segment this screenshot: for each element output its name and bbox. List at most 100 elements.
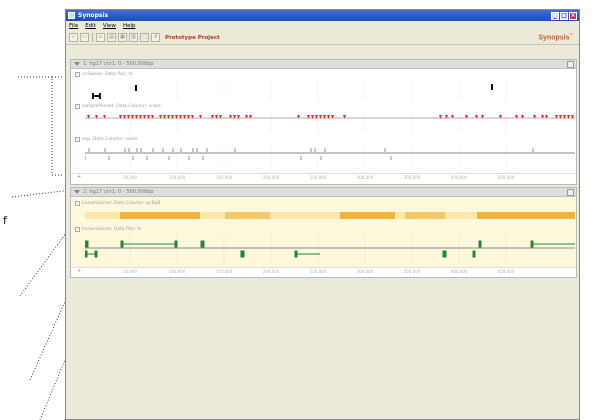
gene-feature (294, 250, 298, 258)
collapse-icon[interactable] (74, 62, 80, 66)
track-toggle-icon[interactable] (75, 104, 80, 109)
track-4-name: knownGenes: Data Column: gcBpB (82, 201, 161, 206)
refresh-icon[interactable]: ↺ (151, 33, 160, 42)
zoom-icon[interactable]: ⌕ (69, 33, 78, 42)
snp-marker (343, 115, 346, 119)
snp-marker (103, 115, 106, 119)
layout-icon[interactable]: ▦ (118, 33, 127, 42)
snp-marker (499, 115, 502, 119)
snp-marker (143, 115, 146, 119)
snp-marker (249, 115, 252, 119)
gene-feature (240, 250, 245, 258)
snp-marker (191, 115, 194, 119)
gc-band (477, 212, 575, 219)
gene-feature (120, 240, 124, 248)
panel-1-header[interactable]: 1: hg17 chr1: 0 - 500,000bp (71, 60, 576, 69)
snp-marker (521, 115, 524, 119)
snp-marker (567, 115, 570, 119)
gc-band (225, 212, 270, 219)
view-panel-2: 2: hg17 chr1: 0 - 500,000bp knownGenes: … (70, 187, 577, 278)
snp-marker (245, 115, 248, 119)
snp-marker (119, 115, 122, 119)
new-icon[interactable]: ▫ (96, 33, 105, 42)
app-window: Synopsis _ □ × File Edit View Help ⌕ ▭ ▫… (65, 9, 580, 420)
axis-tick-label: 450,000 (497, 269, 515, 274)
axis-tick-label: 400,000 (450, 175, 468, 180)
snp-marker (451, 115, 454, 119)
axis-tick-label: 450,000 (497, 175, 515, 180)
toolbar: ⌕ ▭ ▫ ▤ ▦ ▥ ▢ ↺ Prototype Project Synops… (66, 31, 579, 45)
track-3-name: snp: Data Column: score (82, 137, 138, 142)
app-icon (68, 12, 75, 19)
snp-marker (151, 115, 154, 119)
track-toggle-icon[interactable] (75, 227, 80, 232)
snp-marker (229, 115, 232, 119)
snp-marker (533, 115, 536, 119)
snp-marker (307, 115, 310, 119)
axis-tick-label: 250,000 (309, 175, 327, 180)
brand-text: Synopsis (538, 34, 570, 42)
menu-help[interactable]: Help (123, 23, 136, 29)
track-1-canvas[interactable] (85, 79, 575, 101)
snp-marker (323, 115, 326, 119)
toolbar-separator (92, 33, 93, 42)
menu-view[interactable]: View (103, 23, 116, 29)
collapse-icon[interactable] (74, 190, 80, 194)
snp-marker (159, 115, 162, 119)
snp-marker (171, 115, 174, 119)
menu-file[interactable]: File (69, 23, 78, 29)
track-3-canvas[interactable] (85, 144, 575, 170)
snp-marker (237, 115, 240, 119)
track-4-label: knownGenes: Data Column: gcBpB (75, 201, 161, 206)
snp-marker (541, 115, 544, 119)
track-2-name: samplePeeled: Data Column: score (82, 104, 161, 109)
track-2-canvas[interactable] (85, 111, 575, 133)
print-icon[interactable]: ▥ (129, 33, 138, 42)
axis-tick-label: 350,000 (403, 175, 421, 180)
minimize-button[interactable]: _ (551, 11, 559, 20)
track-toggle-icon[interactable] (75, 201, 80, 206)
gene-feature (530, 240, 534, 248)
import-icon[interactable]: ▤ (107, 33, 116, 42)
window-title: Synopsis (78, 12, 109, 19)
axis-tick-label: 150,000 (215, 175, 233, 180)
axis-tick-label: 400,000 (450, 269, 468, 274)
snp-marker (215, 115, 218, 119)
menu-bar: File Edit View Help (66, 21, 579, 31)
snp-marker (233, 115, 236, 119)
feature-mark (491, 84, 493, 90)
menu-edit[interactable]: Edit (85, 23, 96, 29)
track-toggle-icon[interactable] (75, 137, 80, 142)
snp-marker (199, 115, 202, 119)
feature-mark (99, 93, 101, 99)
open-icon[interactable]: ▭ (80, 33, 89, 42)
snp-marker (167, 115, 170, 119)
snp-marker (147, 115, 150, 119)
track-4-canvas[interactable] (85, 208, 575, 226)
snp-marker (475, 115, 478, 119)
track-5-canvas[interactable] (85, 234, 575, 264)
snp-marker (139, 115, 142, 119)
panel-2-header[interactable]: 2: hg17 chr1: 0 - 500,000bp (71, 188, 576, 197)
feature-mark (92, 93, 94, 99)
export-icon[interactable]: ▢ (140, 33, 149, 42)
track-toggle-icon[interactable] (75, 72, 80, 77)
snp-marker (315, 115, 318, 119)
snp-marker (179, 115, 182, 119)
axis-tick-label: 150,000 (215, 269, 233, 274)
axis-tick-label: 100,000 (168, 175, 186, 180)
snp-marker (135, 115, 138, 119)
panel-2-close-icon[interactable] (567, 188, 574, 196)
snp-marker (183, 115, 186, 119)
gene-feature (472, 250, 476, 258)
snp-marker (445, 115, 448, 119)
track-1-name: cnSweep: Data Pair: fx (82, 72, 133, 77)
gene-feature (174, 240, 178, 248)
panel-1-close-icon[interactable] (567, 60, 574, 68)
track-2-label: samplePeeled: Data Column: score (75, 104, 161, 109)
screenshot-stage: f Synopsis _ □ × File Edit View Help ⌕ ▭… (0, 0, 595, 420)
close-button[interactable]: × (569, 11, 577, 20)
title-bar[interactable]: Synopsis _ □ × (66, 10, 579, 21)
maximize-button[interactable]: □ (560, 11, 568, 20)
snp-marker (319, 115, 322, 119)
